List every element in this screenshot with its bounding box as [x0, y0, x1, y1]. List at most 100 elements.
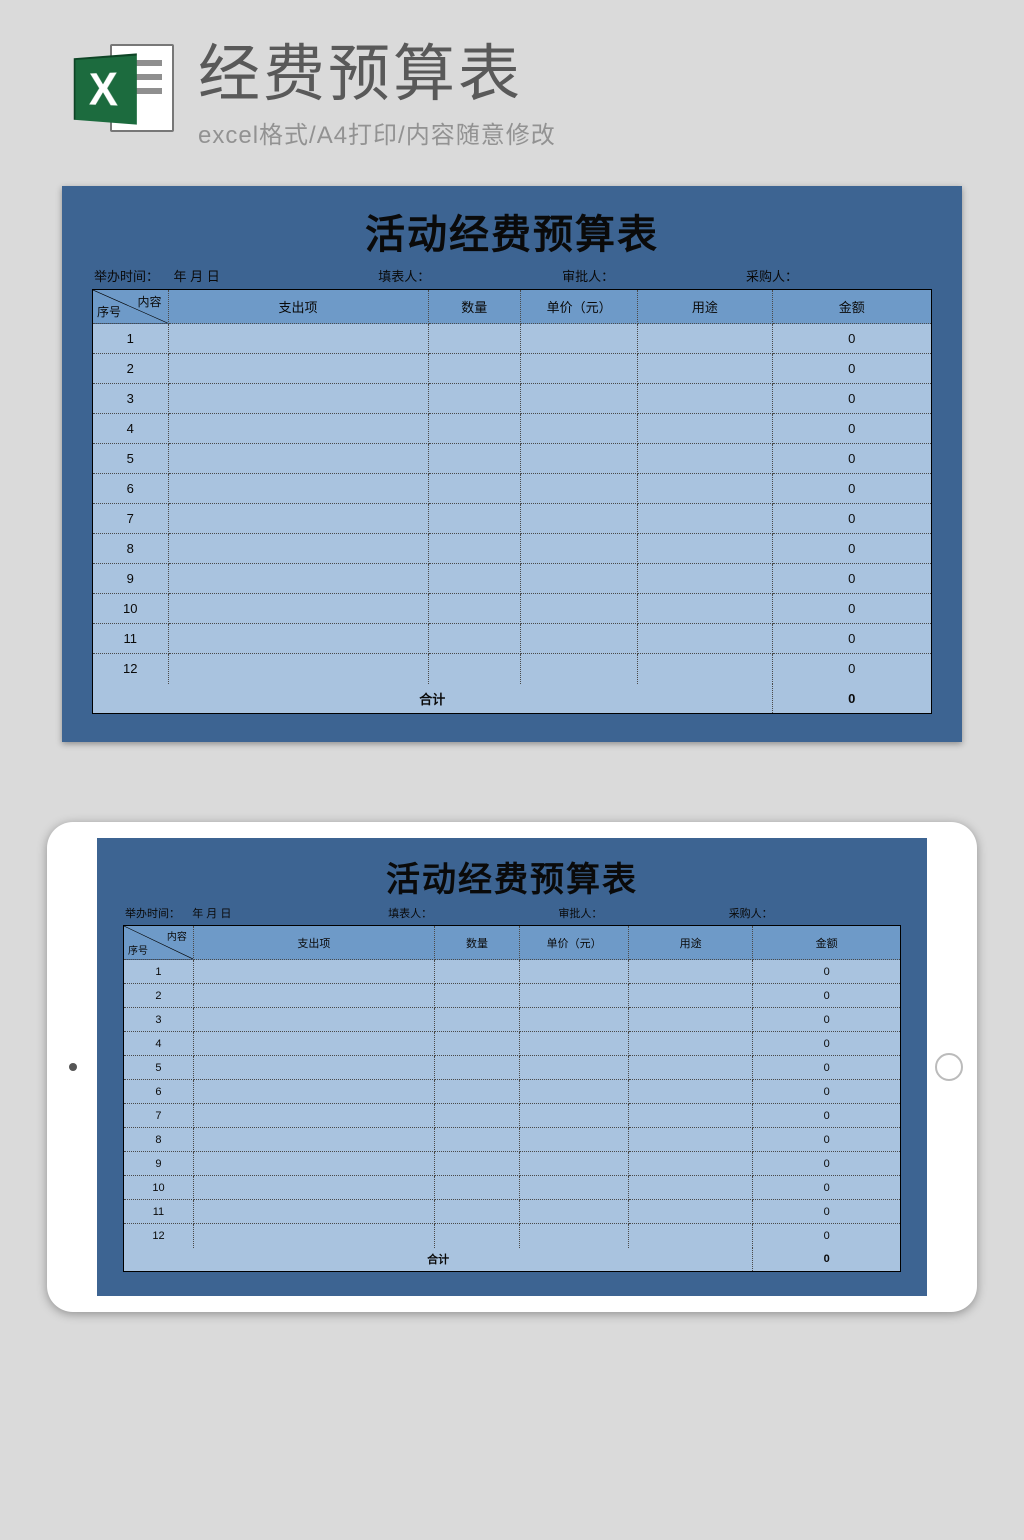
cell-qty[interactable]: [434, 1080, 519, 1104]
cell-item[interactable]: [168, 414, 428, 444]
cell-idx[interactable]: 3: [124, 1008, 194, 1032]
cell-amount[interactable]: 0: [772, 654, 931, 684]
cell-price[interactable]: [520, 1224, 629, 1248]
cell-price[interactable]: [520, 624, 637, 654]
cell-use[interactable]: [638, 594, 772, 624]
cell-use[interactable]: [629, 1152, 753, 1176]
cell-idx[interactable]: 2: [124, 984, 194, 1008]
cell-amount[interactable]: 0: [772, 324, 931, 354]
cell-price[interactable]: [520, 354, 637, 384]
cell-price[interactable]: [520, 654, 637, 684]
cell-amount[interactable]: 0: [753, 1152, 901, 1176]
cell-idx[interactable]: 7: [124, 1104, 194, 1128]
cell-use[interactable]: [629, 960, 753, 984]
cell-idx[interactable]: 8: [93, 534, 169, 564]
cell-amount[interactable]: 0: [772, 624, 931, 654]
cell-item[interactable]: [168, 534, 428, 564]
cell-amount[interactable]: 0: [753, 984, 901, 1008]
cell-use[interactable]: [629, 984, 753, 1008]
cell-idx[interactable]: 11: [124, 1200, 194, 1224]
cell-item[interactable]: [168, 504, 428, 534]
cell-item[interactable]: [193, 1056, 434, 1080]
cell-amount[interactable]: 0: [753, 960, 901, 984]
cell-amount[interactable]: 0: [753, 1176, 901, 1200]
cell-amount[interactable]: 0: [772, 384, 931, 414]
cell-price[interactable]: [520, 1032, 629, 1056]
cell-price[interactable]: [520, 1176, 629, 1200]
cell-idx[interactable]: 4: [93, 414, 169, 444]
cell-use[interactable]: [629, 1128, 753, 1152]
cell-amount[interactable]: 0: [753, 1224, 901, 1248]
cell-amount[interactable]: 0: [753, 1200, 901, 1224]
cell-idx[interactable]: 4: [124, 1032, 194, 1056]
cell-use[interactable]: [638, 354, 772, 384]
cell-price[interactable]: [520, 1080, 629, 1104]
cell-price[interactable]: [520, 1104, 629, 1128]
cell-use[interactable]: [629, 1224, 753, 1248]
cell-price[interactable]: [520, 960, 629, 984]
cell-qty[interactable]: [434, 1104, 519, 1128]
cell-use[interactable]: [638, 564, 772, 594]
cell-amount[interactable]: 0: [772, 534, 931, 564]
cell-item[interactable]: [193, 1032, 434, 1056]
cell-qty[interactable]: [428, 324, 520, 354]
cell-item[interactable]: [168, 564, 428, 594]
cell-qty[interactable]: [428, 474, 520, 504]
cell-use[interactable]: [638, 414, 772, 444]
cell-qty[interactable]: [428, 504, 520, 534]
cell-item[interactable]: [168, 444, 428, 474]
cell-idx[interactable]: 3: [93, 384, 169, 414]
cell-use[interactable]: [629, 1080, 753, 1104]
cell-price[interactable]: [520, 384, 637, 414]
cell-item[interactable]: [168, 324, 428, 354]
cell-qty[interactable]: [434, 1128, 519, 1152]
cell-item[interactable]: [193, 1176, 434, 1200]
cell-price[interactable]: [520, 1008, 629, 1032]
cell-use[interactable]: [638, 384, 772, 414]
cell-idx[interactable]: 12: [93, 654, 169, 684]
cell-use[interactable]: [638, 654, 772, 684]
cell-qty[interactable]: [434, 1056, 519, 1080]
cell-item[interactable]: [168, 594, 428, 624]
cell-amount[interactable]: 0: [753, 1056, 901, 1080]
cell-use[interactable]: [638, 474, 772, 504]
cell-item[interactable]: [168, 474, 428, 504]
cell-use[interactable]: [638, 504, 772, 534]
cell-qty[interactable]: [434, 1224, 519, 1248]
cell-idx[interactable]: 5: [124, 1056, 194, 1080]
cell-idx[interactable]: 9: [93, 564, 169, 594]
cell-use[interactable]: [629, 1008, 753, 1032]
cell-qty[interactable]: [434, 984, 519, 1008]
cell-amount[interactable]: 0: [753, 1104, 901, 1128]
cell-idx[interactable]: 7: [93, 504, 169, 534]
cell-item[interactable]: [193, 1080, 434, 1104]
cell-price[interactable]: [520, 1128, 629, 1152]
cell-price[interactable]: [520, 474, 637, 504]
cell-amount[interactable]: 0: [753, 1008, 901, 1032]
cell-item[interactable]: [168, 354, 428, 384]
cell-amount[interactable]: 0: [772, 564, 931, 594]
cell-item[interactable]: [168, 624, 428, 654]
cell-idx[interactable]: 10: [124, 1176, 194, 1200]
cell-amount[interactable]: 0: [753, 1080, 901, 1104]
cell-price[interactable]: [520, 1152, 629, 1176]
cell-amount[interactable]: 0: [772, 474, 931, 504]
cell-idx[interactable]: 2: [93, 354, 169, 384]
cell-price[interactable]: [520, 1056, 629, 1080]
cell-qty[interactable]: [434, 1200, 519, 1224]
cell-qty[interactable]: [434, 1008, 519, 1032]
cell-qty[interactable]: [434, 1032, 519, 1056]
cell-qty[interactable]: [428, 384, 520, 414]
cell-item[interactable]: [193, 984, 434, 1008]
cell-price[interactable]: [520, 534, 637, 564]
cell-amount[interactable]: 0: [772, 594, 931, 624]
cell-item[interactable]: [193, 1104, 434, 1128]
cell-item[interactable]: [193, 1200, 434, 1224]
cell-idx[interactable]: 1: [93, 324, 169, 354]
cell-item[interactable]: [168, 384, 428, 414]
cell-use[interactable]: [629, 1200, 753, 1224]
cell-item[interactable]: [193, 960, 434, 984]
cell-qty[interactable]: [428, 354, 520, 384]
cell-use[interactable]: [629, 1104, 753, 1128]
cell-use[interactable]: [629, 1176, 753, 1200]
